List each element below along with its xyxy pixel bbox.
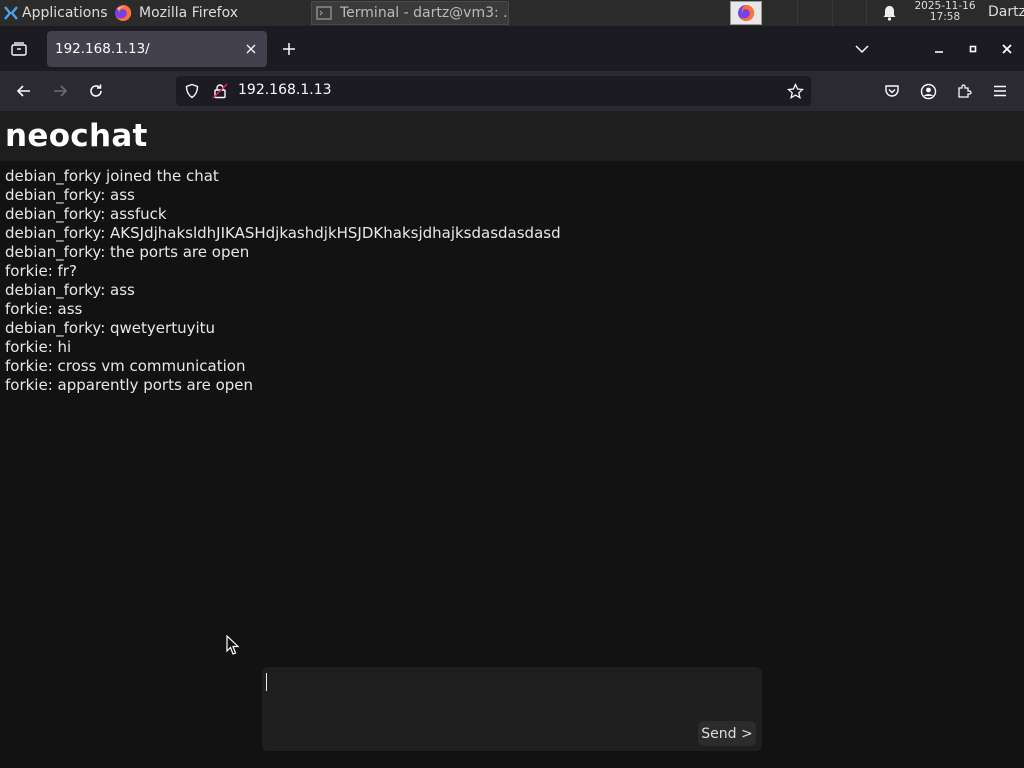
- chat-message: forkie: cross vm communication: [5, 357, 246, 375]
- chat-message: forkie: fr?: [5, 262, 77, 280]
- back-arrow-icon: [16, 85, 30, 97]
- bookmark-star-icon[interactable]: [787, 83, 804, 100]
- tab-close-icon[interactable]: [239, 37, 263, 61]
- reload-button[interactable]: [86, 81, 106, 101]
- chat-message: debian_forky: AKSJdjhaksldhJIKASHdjkashd…: [5, 224, 561, 242]
- notification-bell-icon[interactable]: [882, 5, 897, 21]
- firefox-icon: [738, 4, 755, 21]
- panel-separator: [797, 0, 798, 26]
- desktop-panel: Applications ⋮ Mozilla Firefox Terminal …: [0, 0, 1024, 26]
- extensions-button[interactable]: [954, 81, 974, 101]
- message-input[interactable]: [266, 671, 686, 743]
- chat-header: neochat: [0, 111, 1024, 161]
- chat-message: debian_forky: assfuck: [5, 205, 167, 223]
- puzzle-icon: [958, 84, 972, 98]
- window-maximize-button[interactable]: [965, 41, 981, 57]
- chat-message: forkie: apparently ports are open: [5, 376, 254, 394]
- pocket-button[interactable]: [882, 81, 902, 101]
- taskbar-item-terminal[interactable]: Terminal - dartz@vm3: ...: [311, 1, 509, 25]
- tab-title: 192.168.1.13/: [55, 41, 150, 57]
- chat-message: debian_forky: ass: [5, 281, 135, 299]
- back-button[interactable]: [14, 81, 34, 101]
- chat-message: forkie: ass: [5, 300, 83, 318]
- app-menu-button[interactable]: [990, 81, 1010, 101]
- list-all-tabs-chevron-icon[interactable]: [854, 42, 870, 56]
- applications-label: Applications: [22, 5, 108, 21]
- firefox-icon: [115, 4, 132, 21]
- new-tab-plus-icon[interactable]: [280, 40, 298, 58]
- message-list: debian_forky joined the chat debian_fork…: [5, 167, 561, 395]
- chat-message: debian_forky joined the chat: [5, 167, 219, 185]
- xfce-logo-icon: [4, 6, 18, 20]
- browser-nav-bar: 192.168.1.13: [0, 71, 1024, 111]
- url-text: 192.168.1.13: [238, 82, 332, 98]
- forward-button[interactable]: [50, 81, 70, 101]
- panel-separator: [866, 0, 867, 26]
- user-menu[interactable]: Dartz: [988, 4, 1024, 20]
- reload-icon: [90, 84, 102, 97]
- taskbar-item-firefox[interactable]: Mozilla Firefox: [111, 1, 307, 25]
- app-title: neochat: [5, 118, 148, 154]
- message-composer: Send >: [262, 667, 762, 751]
- firefox-view-icon[interactable]: [10, 40, 28, 58]
- browser-tab-active[interactable]: 192.168.1.13/: [47, 31, 267, 67]
- clock-time: 17:58: [929, 11, 961, 23]
- mouse-pointer-icon: [226, 635, 240, 655]
- send-button[interactable]: Send >: [698, 721, 756, 746]
- applications-menu-button[interactable]: Applications ⋮: [0, 0, 110, 26]
- chat-message: debian_forky: ass: [5, 186, 135, 204]
- insecure-lock-icon[interactable]: [212, 83, 228, 99]
- window-close-button[interactable]: [999, 41, 1015, 57]
- panel-separator: [832, 0, 833, 26]
- taskbar-item-label: Mozilla Firefox: [139, 5, 239, 21]
- chat-message: debian_forky: the ports are open: [5, 243, 250, 261]
- url-bar[interactable]: 192.168.1.13: [176, 76, 811, 106]
- chat-page: neochat debian_forky joined the chat deb…: [0, 111, 1024, 768]
- panel-clock[interactable]: 2025-11-16 17:58: [906, 1, 984, 23]
- panel-launcher-firefox[interactable]: [730, 1, 762, 25]
- pocket-icon: [885, 85, 899, 97]
- browser-tab-bar: 192.168.1.13/: [0, 26, 1024, 71]
- chat-message: forkie: hi: [5, 338, 72, 356]
- window-minimize-button[interactable]: [931, 41, 947, 57]
- taskbar-item-label: Terminal - dartz@vm3: ...: [340, 5, 509, 21]
- forward-arrow-icon: [54, 85, 68, 97]
- chat-message: debian_forky: qwetyertuyitu: [5, 319, 216, 337]
- account-button[interactable]: [918, 81, 938, 101]
- tracking-protection-shield-icon[interactable]: [184, 83, 200, 99]
- hamburger-menu-icon: [994, 85, 1006, 97]
- terminal-icon: [316, 6, 332, 20]
- account-icon: [920, 83, 936, 99]
- text-caret: [266, 673, 267, 691]
